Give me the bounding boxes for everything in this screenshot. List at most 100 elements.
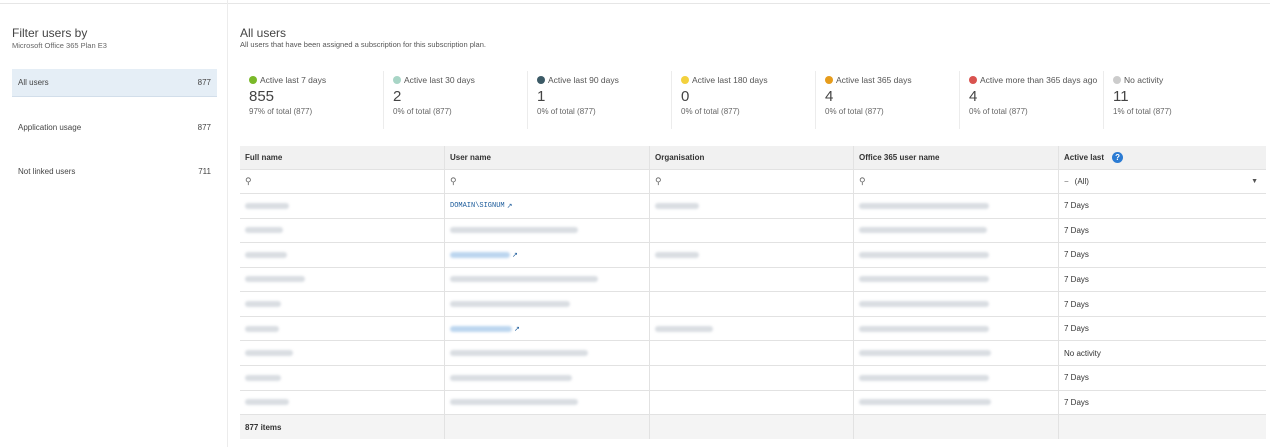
cell-active-last: 7 Days: [1064, 299, 1089, 309]
redacted-value: [655, 251, 699, 258]
stat-value: 855: [249, 88, 275, 105]
item-count: 877 items: [240, 415, 445, 439]
cell-user-name: DOMAIN\SIGNUM ↗: [445, 194, 650, 218]
cell-office365-user-name: [854, 390, 1059, 415]
redacted-value: [859, 325, 989, 332]
redacted-value: [245, 227, 283, 234]
cell-office365-user-name: [854, 341, 1059, 365]
redacted-value: [859, 276, 989, 283]
redacted-value: [245, 374, 281, 381]
cell-user-name: [445, 341, 650, 365]
funnel-icon[interactable]: ⚲: [859, 176, 866, 187]
redacted-value: [450, 374, 572, 381]
footer-cell: [1059, 415, 1266, 439]
filter-subtitle: Microsoft Office 365 Plan E3: [12, 41, 107, 50]
cell-active-last: 7 Days: [1064, 373, 1089, 383]
filter-cell-full-name[interactable]: ⚲: [240, 170, 445, 193]
stat-tile-active-over-365-days[interactable]: Active more than 365 days ago 4 0% of to…: [960, 71, 1104, 129]
cell-organisation: [650, 194, 854, 218]
filter-item-label: All users: [18, 78, 49, 87]
table-row[interactable]: No activity: [240, 341, 1266, 366]
funnel-icon[interactable]: ⚲: [245, 176, 252, 187]
activity-stats: Active last 7 days 855 97% of total (877…: [240, 71, 1266, 131]
filter-cell-user-name[interactable]: ⚲: [445, 170, 650, 193]
table-row[interactable]: 7 Days: [240, 365, 1266, 391]
redacted-value: [859, 202, 989, 209]
help-icon[interactable]: ?: [1112, 152, 1124, 163]
funnel-icon[interactable]: ⚲: [450, 176, 457, 187]
cell-office365-user-name: [854, 365, 1059, 390]
chevron-down-icon[interactable]: ▼: [1251, 178, 1258, 185]
filter-item-count: 877: [197, 122, 211, 132]
cell-organisation: [650, 365, 854, 390]
table-row[interactable]: 7 Days: [240, 218, 1266, 244]
redacted-value: [450, 325, 512, 332]
cell-full-name: [240, 243, 445, 267]
stat-tile-active-90-days[interactable]: Active last 90 days 1 0% of total (877): [528, 71, 672, 129]
filter-cell-office365-user-name[interactable]: ⚲: [854, 170, 1059, 193]
stat-tile-no-activity[interactable]: No activity 11 1% of total (877): [1104, 71, 1248, 129]
status-dot-icon: [393, 76, 401, 84]
redacted-value: [450, 251, 510, 258]
cell-user-name: [445, 390, 650, 415]
column-header-active-last[interactable]: Active last ?: [1059, 146, 1266, 169]
filter-title: Filter users by: [12, 26, 88, 40]
column-header-organisation[interactable]: Organisation: [650, 146, 854, 169]
table-row[interactable]: 7 Days: [240, 292, 1266, 317]
redacted-value: [245, 202, 289, 209]
stat-label: Active last 7 days: [260, 75, 327, 85]
funnel-icon[interactable]: ⚲: [655, 176, 662, 187]
page-subtitle: All users that have been assigned a subs…: [240, 40, 486, 49]
table-row[interactable]: 7 Days: [240, 390, 1266, 416]
redacted-value: [245, 399, 289, 406]
filter-item-application-usage[interactable]: Application usage 877: [12, 113, 217, 141]
external-link-icon[interactable]: ↗: [512, 251, 518, 259]
cell-full-name: [240, 218, 445, 243]
active-last-filter-select[interactable]: − (All) ▼: [1059, 170, 1266, 193]
redacted-value: [859, 350, 991, 357]
stat-percentage: 0% of total (877): [825, 107, 884, 116]
filter-item-label: Not linked users: [18, 166, 76, 176]
status-dot-icon: [1113, 76, 1121, 84]
cell-full-name: [240, 365, 445, 390]
cell-office365-user-name: [854, 267, 1059, 292]
redacted-value: [245, 350, 293, 357]
stat-value: 4: [969, 88, 978, 105]
redacted-value: [859, 301, 989, 308]
cell-organisation: [650, 390, 854, 415]
cell-organisation: [650, 267, 854, 292]
cell-user-name: [445, 267, 650, 292]
cell-active-last: 7 Days: [1064, 250, 1089, 260]
redacted-value: [450, 301, 570, 308]
external-link-icon[interactable]: ↗: [514, 325, 520, 333]
user-name-link[interactable]: DOMAIN\SIGNUM: [450, 202, 505, 210]
stat-value: 11: [1113, 88, 1129, 105]
cell-full-name: [240, 292, 445, 316]
column-header-user-name[interactable]: User name: [445, 146, 650, 169]
external-link-icon[interactable]: ↗: [507, 202, 513, 210]
stat-tile-active-30-days[interactable]: Active last 30 days 2 0% of total (877): [384, 71, 528, 129]
stat-tile-active-180-days[interactable]: Active last 180 days 0 0% of total (877): [672, 71, 816, 129]
stat-tile-active-7-days[interactable]: Active last 7 days 855 97% of total (877…: [240, 71, 384, 129]
filter-cell-organisation[interactable]: ⚲: [650, 170, 854, 193]
filter-item-all-users[interactable]: All users 877: [12, 69, 217, 97]
table-row[interactable]: ↗ 7 Days: [240, 316, 1266, 342]
table-row[interactable]: ↗ 7 Days: [240, 243, 1266, 268]
cell-active-last: No activity: [1064, 348, 1101, 358]
stat-tile-active-365-days[interactable]: Active last 365 days 4 0% of total (877): [816, 71, 960, 129]
redacted-value: [450, 276, 598, 283]
stat-value: 0: [681, 88, 690, 105]
redacted-value: [245, 325, 279, 332]
redacted-value: [859, 399, 991, 406]
column-header-label: Active last: [1064, 153, 1105, 162]
cell-active-last: 7 Days: [1064, 225, 1089, 235]
column-header-full-name[interactable]: Full name: [240, 146, 445, 169]
table-row[interactable]: DOMAIN\SIGNUM ↗ 7 Days: [240, 194, 1266, 219]
table-row[interactable]: 7 Days: [240, 267, 1266, 293]
stat-value: 2: [393, 88, 402, 105]
cell-organisation: [650, 316, 854, 341]
column-header-office365-user-name[interactable]: Office 365 user name: [854, 146, 1059, 169]
filter-item-not-linked-users[interactable]: Not linked users 711: [12, 157, 217, 185]
status-dot-icon: [537, 76, 545, 84]
filter-item-label: Application usage: [18, 122, 82, 132]
